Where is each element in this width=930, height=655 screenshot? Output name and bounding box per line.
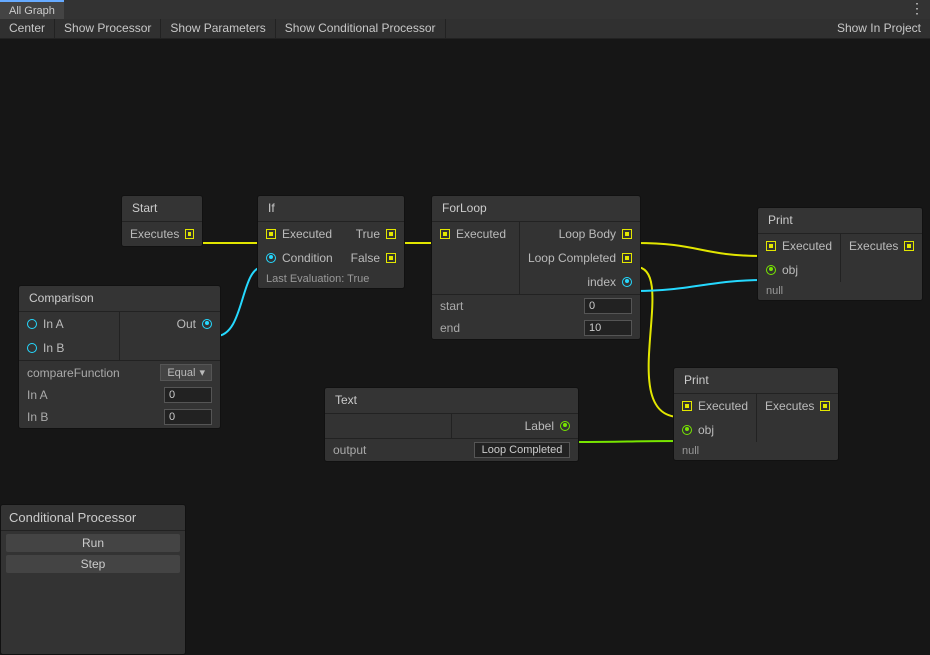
port-label-out[interactable]: Label (452, 414, 578, 438)
port-out[interactable]: Out (120, 312, 220, 336)
port-executes-out[interactable]: Executes (841, 234, 922, 258)
in-a-input[interactable] (164, 387, 212, 403)
port-executed-in[interactable]: Executed (432, 222, 519, 246)
port-executed-in[interactable]: Executed (258, 222, 341, 246)
port-executed-in[interactable]: Executed (758, 234, 840, 258)
start-label: start (440, 299, 463, 313)
node-comparison[interactable]: Comparison In A In B Out compareFunction… (18, 285, 221, 429)
toolbar-center[interactable]: Center (0, 19, 55, 38)
node-title: Comparison (19, 286, 220, 312)
node-print-1[interactable]: Print Executed obj Executes null (757, 207, 923, 301)
node-title: If (258, 196, 404, 222)
output-input[interactable] (474, 442, 570, 458)
chevron-down-icon: ▾ (199, 366, 205, 379)
port-index[interactable]: index (520, 270, 640, 294)
toolbar-show-conditional[interactable]: Show Conditional Processor (276, 19, 446, 38)
tab-all-graph[interactable]: All Graph (0, 0, 64, 19)
compare-fn-label: compareFunction (27, 366, 120, 380)
port-obj-in[interactable]: obj (758, 258, 840, 282)
node-text[interactable]: Text Label output (324, 387, 579, 462)
kebab-menu-icon[interactable]: ⋮ (910, 0, 924, 17)
step-button[interactable]: Step (6, 555, 180, 573)
node-print-2[interactable]: Print Executed obj Executes null (673, 367, 839, 461)
port-executed-in[interactable]: Executed (674, 394, 756, 418)
panel-title: Conditional Processor (1, 505, 185, 531)
node-forloop[interactable]: ForLoop Executed Loop Body Loop Complete… (431, 195, 641, 340)
node-title: ForLoop (432, 196, 640, 222)
panel-conditional-processor[interactable]: Conditional Processor Run Step (0, 504, 186, 655)
output-label: output (333, 443, 366, 457)
end-label: end (440, 321, 460, 335)
node-title: Start (122, 196, 202, 222)
port-false-out[interactable]: False (341, 246, 404, 270)
last-evaluation: Last Evaluation: True (258, 270, 404, 288)
port-obj-in[interactable]: obj (674, 418, 756, 442)
node-start[interactable]: Start Executes (121, 195, 203, 247)
in-a-label: In A (27, 388, 48, 402)
port-in-a[interactable]: In A (19, 312, 119, 336)
null-label: null (674, 442, 838, 460)
port-true-out[interactable]: True (341, 222, 404, 246)
compare-fn-dropdown[interactable]: Equal▾ (160, 364, 212, 381)
toolbar-show-processor[interactable]: Show Processor (55, 19, 161, 38)
toolbar-show-parameters[interactable]: Show Parameters (161, 19, 275, 38)
in-b-input[interactable] (164, 409, 212, 425)
port-condition-in[interactable]: Condition (258, 246, 341, 270)
port-loop-completed[interactable]: Loop Completed (520, 246, 640, 270)
null-label: null (758, 282, 922, 300)
port-loop-body[interactable]: Loop Body (520, 222, 640, 246)
port-executes[interactable]: Executes (122, 222, 202, 246)
node-title: Print (674, 368, 838, 394)
in-b-label: In B (27, 410, 48, 424)
node-title: Print (758, 208, 922, 234)
port-in-b[interactable]: In B (19, 336, 119, 360)
node-title: Text (325, 388, 578, 414)
end-input[interactable] (584, 320, 632, 336)
port-executes-out[interactable]: Executes (757, 394, 838, 418)
node-if[interactable]: If Executed Condition True False Last Ev… (257, 195, 405, 289)
tab-label: All Graph (9, 5, 55, 17)
toolbar-show-in-project[interactable]: Show In Project (828, 19, 930, 38)
start-input[interactable] (584, 298, 632, 314)
run-button[interactable]: Run (6, 534, 180, 552)
